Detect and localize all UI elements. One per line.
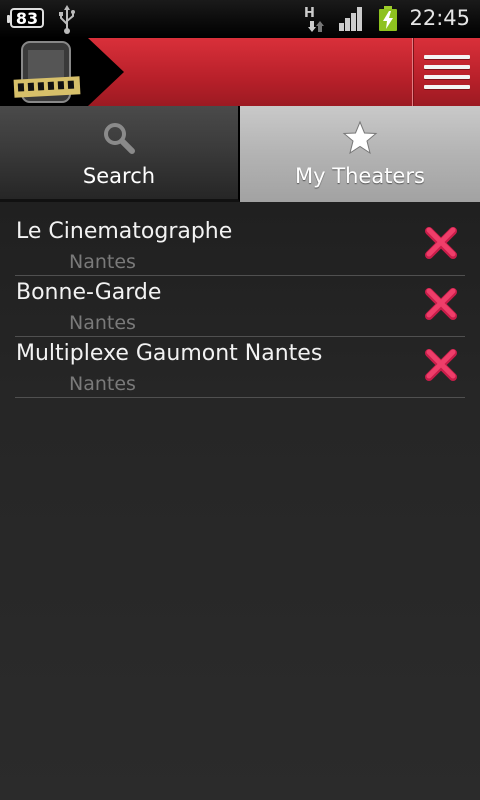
battery-charging-icon (379, 6, 397, 31)
theater-city: Nantes (69, 251, 136, 273)
menu-button[interactable] (412, 38, 480, 106)
theater-city: Nantes (69, 312, 136, 334)
status-bar: 83 H 22:45 (0, 0, 480, 38)
remove-icon[interactable] (425, 225, 457, 259)
battery-level-text: 83 (15, 8, 39, 28)
usb-icon (59, 5, 75, 34)
app-header (0, 38, 480, 107)
theater-list: Le Cinematographe Nantes Bonne-Garde Nan… (15, 216, 465, 399)
tab-my-theaters[interactable]: My Theaters (240, 106, 480, 202)
theater-name: Bonne-Garde (16, 280, 162, 305)
theater-name: Le Cinematographe (16, 219, 233, 244)
list-item[interactable]: Le Cinematographe Nantes (15, 216, 465, 276)
tab-bar: Search My Theaters (0, 106, 480, 202)
signal-strength-icon (339, 7, 362, 31)
clock: 22:45 (409, 6, 470, 30)
star-icon (342, 120, 378, 155)
tab-my-theaters-label: My Theaters (295, 164, 425, 188)
remove-icon[interactable] (425, 286, 457, 320)
tab-search[interactable]: Search (0, 106, 240, 202)
list-item[interactable]: Multiplexe Gaumont Nantes Nantes (15, 338, 465, 398)
remove-icon[interactable] (425, 347, 457, 381)
list-item[interactable]: Bonne-Garde Nantes (15, 277, 465, 337)
app-logo[interactable] (0, 38, 124, 106)
svg-text:H: H (304, 6, 315, 21)
hamburger-menu-icon (424, 49, 470, 95)
network-type-icon: H (304, 6, 324, 32)
theater-city: Nantes (69, 373, 136, 395)
search-icon (104, 123, 135, 154)
tab-search-label: Search (82, 164, 156, 188)
battery-level-indicator: 83 (7, 8, 44, 28)
theater-name: Multiplexe Gaumont Nantes (16, 341, 323, 366)
